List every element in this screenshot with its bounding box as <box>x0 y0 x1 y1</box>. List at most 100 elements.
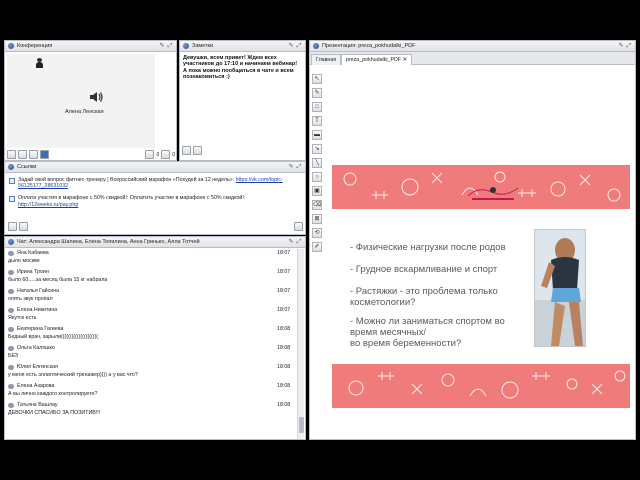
link-icon <box>9 196 15 203</box>
chat-author: Елена Никитина <box>17 307 58 313</box>
notes-save-button[interactable] <box>193 146 202 155</box>
pen-tool-icon[interactable]: ✎ <box>312 88 322 98</box>
chat-message-text: БЕЗ <box>8 353 19 359</box>
settings-button[interactable] <box>29 150 38 159</box>
slide-viewport: - Физические нагрузки после родов - Груд… <box>326 66 635 439</box>
chat-author: Яна Кабаева <box>17 250 49 256</box>
link-url[interactable]: http://12weeks.ru/pay.php <box>18 202 78 208</box>
panel-icon <box>313 43 319 49</box>
slide-bullet: - Растяжки - это проблема только <box>350 286 498 297</box>
link-text: Задай свой вопрос фитнес-тренеру | Всеро… <box>18 177 236 183</box>
tab-file-label: preza_pokhudalki_PDF <box>346 57 402 63</box>
expand-icon[interactable]: ⤢ <box>296 239 302 245</box>
rectangle-tool-icon[interactable]: □ <box>312 102 322 112</box>
ellipse-tool-icon[interactable]: ○ <box>312 172 322 182</box>
notes-edit-button[interactable] <box>182 146 191 155</box>
camera-button[interactable] <box>7 150 16 159</box>
chat-time: 18:07 <box>277 269 291 275</box>
chat-scrollbar[interactable] <box>297 249 304 439</box>
line-tool-icon[interactable]: ╲ <box>312 158 322 168</box>
chat-message-header: Яна Кабаева 18:07 <box>5 248 297 258</box>
text-tool-icon[interactable]: T <box>312 116 322 126</box>
link-text: Оплата участия в марафоне с 50% скидкой!… <box>18 195 246 202</box>
chat-bubble-icon <box>8 288 14 294</box>
edit-icon[interactable]: ✎ <box>288 43 294 49</box>
notes-text: Девушки, всем привет! Ждем всех участник… <box>183 55 298 80</box>
chat-message-header: Екатерина Гагиева 18:08 <box>5 324 297 334</box>
eraser-tool-icon[interactable]: ⌫ <box>312 200 322 210</box>
remove-link-button[interactable] <box>19 222 28 231</box>
edit-icon[interactable]: ✎ <box>159 43 165 49</box>
clear-tool-icon[interactable]: ⊠ <box>312 214 322 224</box>
volume-button[interactable] <box>40 150 49 159</box>
presentation-header: Презентация: preza_pokhudalki_PDF ✎ ⤢ <box>310 41 635 52</box>
conference-title: Конференция <box>17 43 53 49</box>
chat-author: Ольга Калошко <box>17 345 55 351</box>
edit-icon[interactable]: ✎ <box>288 164 294 170</box>
chat-message-text: А вы лично каждого контролируете? <box>8 391 98 397</box>
notes-header: Заметки ✎ ⤢ <box>180 41 305 52</box>
chat-bubble-icon <box>8 402 14 408</box>
chat-message-text: Бедный врач, зарыли((((((((((((((((((((( <box>8 334 99 340</box>
chat-time: 18:07 <box>277 288 291 294</box>
chat-message-header: Елена Никитина 18:07 <box>5 305 297 315</box>
undo-tool-icon[interactable]: ⟲ <box>312 228 322 238</box>
links-header: Ссылки ✎ ⤢ <box>5 162 305 173</box>
edit-icon[interactable]: ✎ <box>288 239 294 245</box>
slide-bullet: во время беременности? <box>350 338 462 349</box>
expand-icon[interactable]: ⤢ <box>296 164 302 170</box>
chat-message-text: у меня есть эллиптический тренажер)))) а… <box>8 372 138 378</box>
link-icon <box>9 178 15 184</box>
panel-icon <box>183 43 189 49</box>
fill-tool-icon[interactable]: ▣ <box>312 186 322 196</box>
links-toolbar <box>8 222 303 231</box>
slide-photo <box>534 229 586 347</box>
arrow-tool-icon[interactable]: ↘ <box>312 144 322 154</box>
chat-time: 18:08 <box>277 402 291 408</box>
slide-bullet: косметологии? <box>350 297 416 308</box>
chat-panel: Чат: Александра Шалина, Елена Топилина, … <box>4 236 306 440</box>
presentation-panel: Презентация: preza_pokhudalki_PDF ✎ ⤢ Гл… <box>309 40 636 440</box>
chat-bubble-icon <box>8 269 14 275</box>
mic-button[interactable] <box>18 150 27 159</box>
expand-icon[interactable]: ⤢ <box>626 43 632 49</box>
chat-bubble-icon <box>8 364 14 370</box>
chat-message-header: Наталья Гайсина 18:07 <box>5 286 297 296</box>
notes-toolbar <box>182 146 202 155</box>
expand-icon[interactable]: ⤢ <box>167 43 173 49</box>
slide: - Физические нагрузки после родов - Груд… <box>328 140 634 414</box>
chat-message-text: опять звук пропал <box>8 296 53 302</box>
presentation-title: Презентация: preza_pokhudalki_PDF <box>322 43 416 49</box>
links-title: Ссылки <box>17 164 37 170</box>
expand-icon[interactable]: ⤢ <box>296 43 302 49</box>
edit-link-button[interactable] <box>294 222 303 231</box>
slide-bullet: - Можно ли заниматься спортом во <box>350 316 505 327</box>
chat-time: 18:07 <box>277 250 291 256</box>
edit-icon[interactable]: ✎ <box>618 43 624 49</box>
close-icon[interactable]: ✕ <box>403 57 407 63</box>
notes-title: Заметки <box>192 43 214 49</box>
slide-bullet: - Грудное вскармливание и спорт <box>350 264 498 275</box>
chat-author: Татьяна Вашлау <box>17 402 58 408</box>
presentation-tabs: Главная preza_pokhudalki_PDF ✕ <box>310 52 635 65</box>
chat-author: Ирина Троин <box>17 269 49 275</box>
chat-message-text: было 60.....за месяц была 15 кг набрала <box>8 277 108 283</box>
hands-button[interactable] <box>161 150 171 159</box>
pointer-tool-icon[interactable]: ↖ <box>312 74 322 84</box>
add-link-button[interactable] <box>8 222 17 231</box>
chat-title: Чат: Александра Шалина, Елена Топилина, … <box>17 239 200 245</box>
participants-button[interactable] <box>145 150 155 159</box>
marker-tool-icon[interactable]: ▬ <box>312 130 322 140</box>
panel-icon <box>8 43 14 49</box>
chat-time: 18:08 <box>277 383 291 389</box>
chat-bubble-icon <box>8 307 14 313</box>
chat-scrollbar-thumb[interactable] <box>299 417 304 433</box>
chat-message-header: Татьяна Вашлау 18:08 <box>5 400 297 410</box>
chat-message-header: Ирина Троин 18:07 <box>5 267 297 277</box>
chat-author: Юлия Елгинская <box>17 364 58 370</box>
edit-tool-icon[interactable]: ✐ <box>312 242 322 252</box>
tab-main[interactable]: Главная <box>311 54 342 65</box>
slide-logo-icon <box>458 182 528 204</box>
participants-count: 0 <box>156 151 160 158</box>
tab-file[interactable]: preza_pokhudalki_PDF ✕ <box>341 54 412 65</box>
